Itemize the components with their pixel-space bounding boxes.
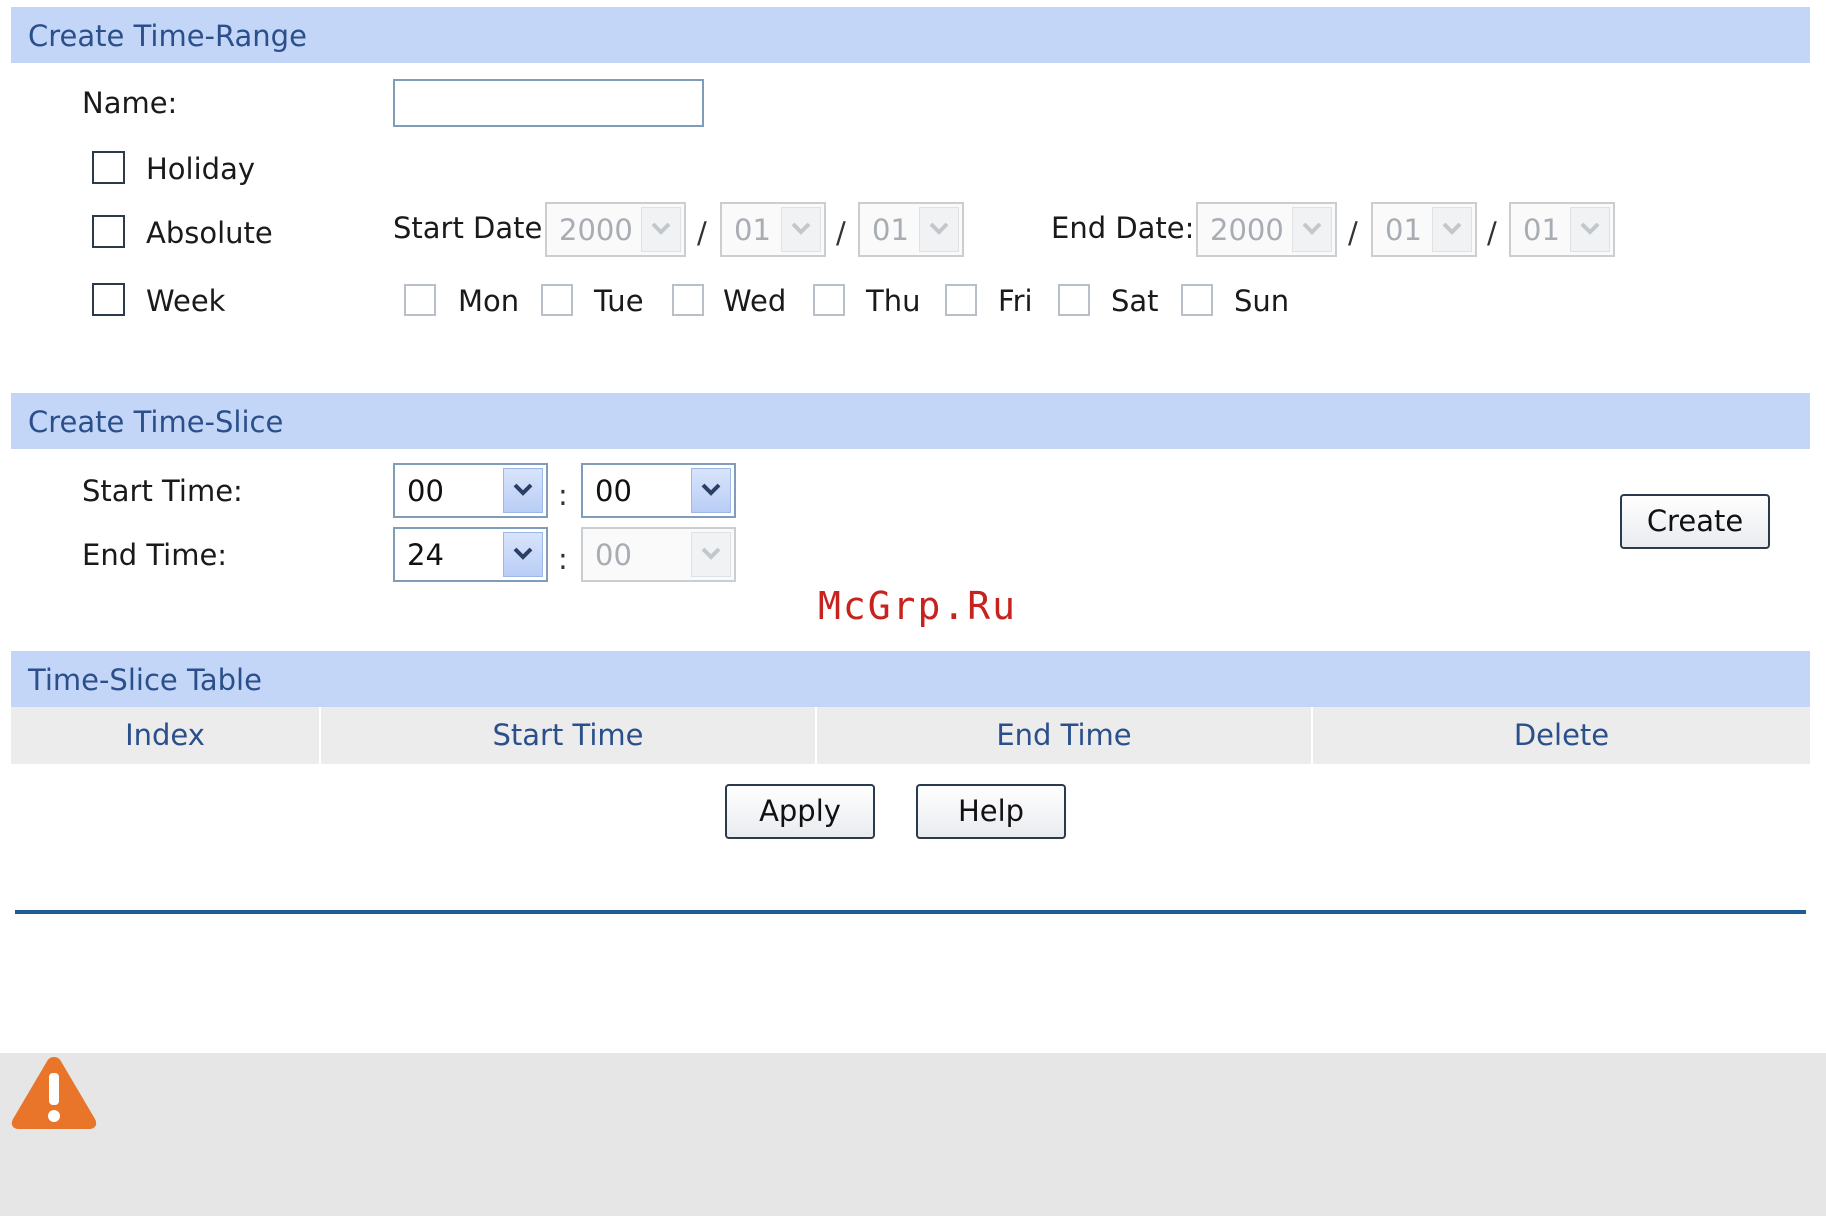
day-checkbox-fri[interactable] xyxy=(945,284,977,316)
start-date-label: Start Date: xyxy=(393,211,553,245)
start-month-select[interactable]: 01 xyxy=(720,202,826,257)
section-title: Time-Slice Table xyxy=(28,663,262,697)
day-label: Wed xyxy=(723,284,787,318)
bottom-divider xyxy=(15,910,1806,914)
day-checkbox-thu[interactable] xyxy=(813,284,845,316)
chevron-down-icon xyxy=(503,532,543,577)
day-label: Tue xyxy=(594,284,644,318)
end-year-select[interactable]: 2000 xyxy=(1196,202,1337,257)
table-header-index: Index xyxy=(11,707,319,764)
time-separator: : xyxy=(558,542,568,576)
apply-button[interactable]: Apply xyxy=(725,784,875,839)
start-day-select[interactable]: 01 xyxy=(858,202,964,257)
section-title: Create Time-Slice xyxy=(28,405,284,439)
section-header-time-range: Create Time-Range xyxy=(11,7,1810,63)
day-label: Sat xyxy=(1111,284,1159,318)
chevron-down-icon xyxy=(691,532,731,577)
end-date-label: End Date: xyxy=(1051,211,1195,245)
chevron-down-icon xyxy=(503,468,543,513)
watermark: McGrp.Ru xyxy=(818,584,1018,628)
holiday-label: Holiday xyxy=(146,152,256,186)
end-day-select[interactable]: 01 xyxy=(1509,202,1615,257)
chevron-down-icon xyxy=(641,207,681,252)
chevron-down-icon xyxy=(691,468,731,513)
chevron-down-icon xyxy=(781,207,821,252)
end-hour-select[interactable]: 24 xyxy=(393,527,548,582)
chevron-down-icon xyxy=(1292,207,1332,252)
absolute-label: Absolute xyxy=(146,216,273,250)
day-label: Sun xyxy=(1234,284,1290,318)
section-title: Create Time-Range xyxy=(28,19,307,53)
week-checkbox[interactable] xyxy=(92,283,125,316)
chevron-down-icon xyxy=(1432,207,1472,252)
date-separator: / xyxy=(836,216,846,250)
date-separator: / xyxy=(697,216,707,250)
chevron-down-icon xyxy=(919,207,959,252)
day-checkbox-tue[interactable] xyxy=(541,284,573,316)
name-label: Name: xyxy=(82,86,178,120)
section-header-time-slice-table: Time-Slice Table xyxy=(11,651,1810,707)
day-checkbox-sun[interactable] xyxy=(1181,284,1213,316)
chevron-down-icon xyxy=(1570,207,1610,252)
absolute-checkbox[interactable] xyxy=(92,215,125,248)
table-header-start-time: Start Time xyxy=(321,707,815,764)
start-minute-select[interactable]: 00 xyxy=(581,463,736,518)
holiday-checkbox[interactable] xyxy=(92,151,125,184)
create-button[interactable]: Create xyxy=(1620,494,1770,549)
date-separator: / xyxy=(1348,216,1358,250)
table-header-delete: Delete xyxy=(1313,707,1810,764)
end-time-label: End Time: xyxy=(82,538,228,572)
day-checkbox-sat[interactable] xyxy=(1058,284,1090,316)
name-input[interactable] xyxy=(393,79,704,127)
day-label: Mon xyxy=(458,284,520,318)
day-label: Thu xyxy=(866,284,921,318)
end-month-select[interactable]: 01 xyxy=(1371,202,1477,257)
start-time-label: Start Time: xyxy=(82,474,243,508)
date-separator: / xyxy=(1487,216,1497,250)
time-separator: : xyxy=(558,478,568,512)
week-label: Week xyxy=(146,284,226,318)
note-panel xyxy=(0,1053,1826,1216)
section-header-time-slice: Create Time-Slice xyxy=(11,393,1810,449)
day-checkbox-wed[interactable] xyxy=(672,284,704,316)
end-minute-select[interactable]: 00 xyxy=(581,527,736,582)
help-button[interactable]: Help xyxy=(916,784,1066,839)
warning-icon xyxy=(9,1053,99,1135)
table-header-end-time: End Time xyxy=(817,707,1311,764)
start-hour-select[interactable]: 00 xyxy=(393,463,548,518)
day-checkbox-mon[interactable] xyxy=(404,284,436,316)
day-label: Fri xyxy=(998,284,1033,318)
start-year-select[interactable]: 2000 xyxy=(545,202,686,257)
